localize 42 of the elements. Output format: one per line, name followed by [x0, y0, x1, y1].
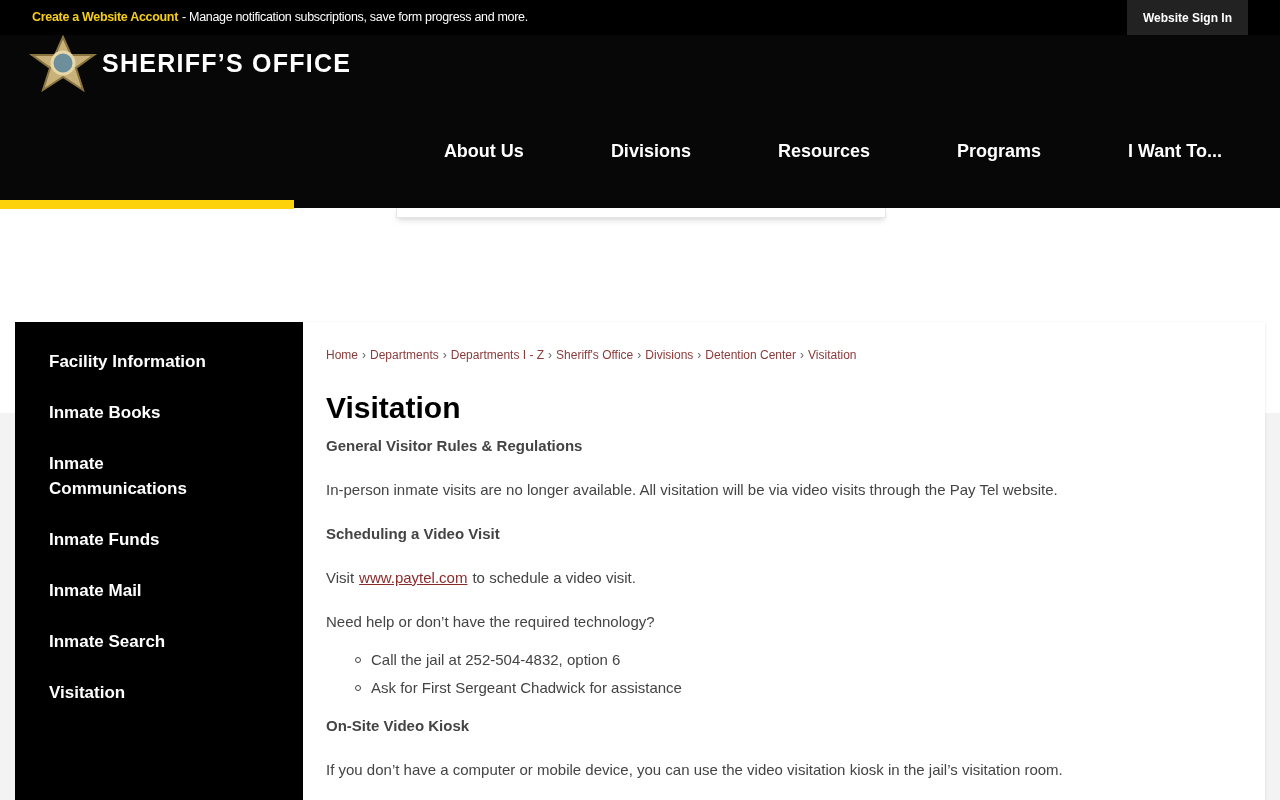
- breadcrumb-separator: ›: [637, 347, 642, 364]
- breadcrumb-separator: ›: [800, 347, 805, 364]
- paragraph: In-person inmate visits are no longer available. All visitation will be via video visits through the Pay Tel website.: [326, 480, 1059, 500]
- breadcrumb-link[interactable]: Divisions: [645, 346, 694, 364]
- star-badge-icon: [28, 35, 98, 93]
- breadcrumb-link[interactable]: Visitation: [808, 346, 857, 364]
- sidebar-link[interactable]: Facility Information: [15, 336, 245, 387]
- breadcrumb-link[interactable]: Departments I - Z: [450, 346, 545, 364]
- breadcrumb-separator: ›: [697, 347, 702, 364]
- page-title: Visitation: [326, 390, 462, 426]
- sidebar-link[interactable]: Inmate Communications: [15, 438, 245, 514]
- nav-link[interactable]: I Want To...: [1128, 138, 1222, 165]
- breadcrumb-link[interactable]: Detention Center: [705, 346, 797, 364]
- paytel-link[interactable]: www.paytel.com: [359, 567, 468, 589]
- sidebar-link[interactable]: Inmate Search: [15, 616, 245, 667]
- nav-link[interactable]: Resources: [777, 138, 870, 165]
- section-heading: Scheduling a Video Visit: [326, 524, 501, 544]
- breadcrumb-link[interactable]: Home: [326, 346, 358, 364]
- list-item-text: Ask for First Sergeant Chadwick for assistance: [371, 678, 682, 698]
- paragraph-text: Visit: [326, 568, 355, 588]
- nav-link[interactable]: Divisions: [610, 138, 691, 165]
- paragraph: If you don’t have a computer or mobile device, you can use the video visitation kiosk in the jail’s visitation room.: [326, 760, 1064, 780]
- sign-in-button[interactable]: Website Sign In: [1126, 0, 1248, 35]
- sidebar-link[interactable]: Inmate Books: [15, 387, 245, 438]
- sidebar-link[interactable]: Inmate Mail: [15, 565, 245, 616]
- logo-title: SHERIFF’S OFFICE: [102, 48, 352, 80]
- account-info-text: - Manage notification subscriptions, save form progress and more.: [182, 9, 528, 27]
- section-heading: On-Site Video Kiosk: [326, 716, 471, 736]
- breadcrumb-link[interactable]: Sheriff's Office: [556, 346, 634, 364]
- list-item-text: Call the jail at 252-504-4832, option 6: [371, 650, 621, 670]
- section-heading: General Visitor Rules & Regulations: [326, 436, 584, 456]
- breadcrumb-separator: ›: [548, 347, 553, 364]
- breadcrumb-link[interactable]: Departments: [370, 346, 439, 364]
- breadcrumb-separator: ›: [442, 347, 447, 364]
- sidebar-link[interactable]: Inmate Funds: [15, 514, 245, 565]
- paragraph: Need help or don’t have the required technology?: [326, 612, 656, 632]
- breadcrumb-separator: ›: [362, 347, 366, 364]
- nav-link[interactable]: About Us: [443, 138, 524, 165]
- sidebar-link[interactable]: Visitation: [15, 667, 245, 718]
- create-account-link[interactable]: Create a Website Account: [32, 8, 178, 27]
- paragraph-text: to schedule a video visit.: [472, 568, 636, 588]
- nav-link[interactable]: Programs: [956, 138, 1041, 165]
